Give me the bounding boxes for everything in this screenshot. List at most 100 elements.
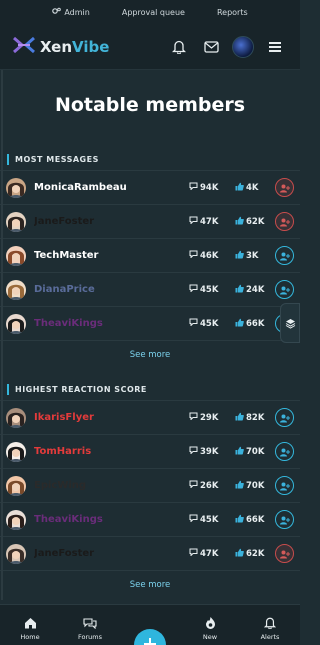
member-avatar[interactable] [6,245,26,266]
style-variation-toggle[interactable] [280,303,300,343]
member-avatar[interactable] [6,211,26,232]
nav-forums[interactable]: Forums [65,617,115,641]
comment-icon [189,318,198,329]
follow-button[interactable] [275,544,294,563]
plus-icon [144,638,156,645]
message-count: 45K [189,514,229,525]
follow-button[interactable] [275,408,294,427]
member-name[interactable]: MonicaRambeau [34,182,189,193]
member-row: DianaPrice 45K 24K [0,272,300,306]
user-plus-icon [279,544,290,563]
user-plus-icon [279,408,290,427]
member-row: TheaviKings 45K 66K [0,306,300,340]
cogs-icon [52,7,62,17]
member-avatar[interactable] [6,279,26,300]
member-row: TheaviKings 45K 66K [0,502,300,536]
reaction-score: 62K [235,216,271,228]
comment-icon [189,412,198,423]
see-more-link[interactable]: See more [0,340,300,368]
follow-button[interactable] [275,280,294,299]
reaction-score: 24K [235,284,271,296]
message-count: 94K [189,182,229,193]
follow-button[interactable] [275,510,294,529]
create-button[interactable] [134,629,166,645]
member-list: MonicaRambeau 94K 4K JaneFoster 47K 62K TechMa… [0,170,300,340]
nav-new[interactable]: New [185,616,235,641]
admin-label: Admin [64,7,90,17]
approval-queue-link[interactable]: Approval queue [106,8,201,17]
member-name[interactable]: TomHarris [34,446,189,457]
site-header: XenVibe [0,24,300,70]
comment-icon [189,446,198,457]
comment-icon [189,548,198,559]
follow-button[interactable] [275,476,294,495]
member-avatar[interactable] [6,509,26,530]
comment-icon [189,182,198,193]
envelope-icon[interactable] [198,34,224,60]
admin-bar: Admin Approval queue Reports [0,0,300,24]
reaction-score: 3K [235,250,271,262]
thumbs-up-icon [235,548,244,560]
thumbs-up-icon [235,514,244,526]
member-name[interactable]: JaneFoster [34,548,189,559]
thumbs-up-icon [235,284,244,296]
member-name[interactable]: TheaviKings [34,318,189,329]
logo-text: XenVibe [40,37,110,56]
follow-button[interactable] [275,246,294,265]
member-avatar[interactable] [6,313,26,334]
member-name[interactable]: TechMaster [34,250,189,261]
comments-icon [83,617,97,631]
comment-icon [189,514,198,525]
see-more-link[interactable]: See more [0,570,300,598]
member-name[interactable]: EpicWing [34,480,189,491]
member-row: JaneFoster 47K 62K [0,536,300,570]
approval-label: Approval queue [121,7,185,17]
section-heading: HIGHEST REACTION SCORE [0,378,300,400]
message-count: 39K [189,446,229,457]
page-title: Notable members [54,94,246,116]
user-plus-icon [279,280,290,299]
member-row: JaneFoster 47K 62K [0,204,300,238]
follow-button[interactable] [275,212,294,231]
user-plus-icon [279,510,290,529]
layers-icon [285,314,296,333]
bell-icon[interactable] [166,34,192,60]
nav-home[interactable]: Home [5,617,55,641]
thumbs-up-icon [235,412,244,424]
member-avatar[interactable] [6,441,26,462]
member-avatar[interactable] [6,475,26,496]
member-name[interactable]: JaneFoster [34,216,189,227]
nav-new-label: New [202,633,218,641]
section-heading: MOST MESSAGES [0,148,300,170]
admin-link[interactable]: Admin [36,7,106,17]
nav-alerts[interactable]: Alerts [245,616,295,641]
member-name[interactable]: IkarisFlyer [34,412,189,423]
follow-button[interactable] [275,442,294,461]
site-logo[interactable]: XenVibe [12,35,160,59]
user-plus-icon [279,442,290,461]
thumbs-up-icon [235,182,244,194]
follow-button[interactable] [275,178,294,197]
user-plus-icon [279,212,290,231]
thumbs-up-icon [235,216,244,228]
member-row: TechMaster 46K 3K [0,238,300,272]
member-row: EpicWing 26K 70K [0,468,300,502]
hamburger-menu-icon[interactable] [262,34,288,60]
member-avatar[interactable] [6,543,26,564]
message-count: 47K [189,216,229,227]
message-count: 45K [189,284,229,295]
member-name[interactable]: TheaviKings [34,514,189,525]
user-avatar-button[interactable] [230,34,256,60]
reports-link[interactable]: Reports [201,8,264,17]
thumbs-up-icon [235,318,244,330]
reaction-score: 62K [235,548,271,560]
logo-icon [12,35,36,59]
comment-icon [189,480,198,491]
member-name[interactable]: DianaPrice [34,284,189,295]
bottom-navigation: Home Forums New Alerts [0,604,300,645]
scroll-track [1,70,3,600]
reaction-score: 66K [235,318,271,330]
member-avatar[interactable] [6,177,26,198]
bell-icon [263,616,277,631]
member-avatar[interactable] [6,407,26,428]
